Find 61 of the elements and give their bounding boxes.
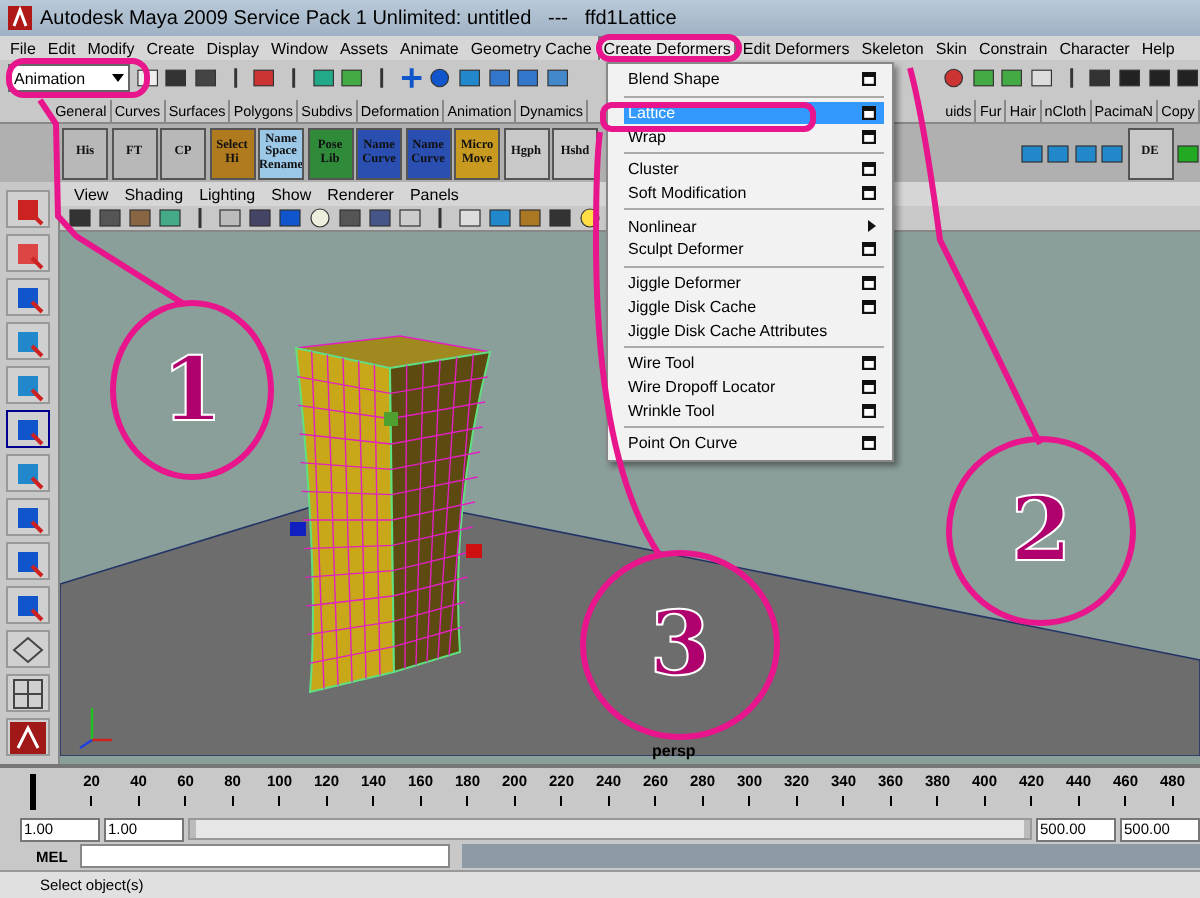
menu-item[interactable]: Cluster [624,158,884,182]
menu-item[interactable]: Edit Deformers [736,35,856,61]
option-box-icon[interactable] [862,436,876,451]
menu-item[interactable]: Wrinkle Tool [624,398,884,422]
command-input-field[interactable] [79,844,450,868]
menu-item[interactable]: File [4,35,42,61]
mode-dropdown[interactable]: Animation [8,64,130,92]
menu-item[interactable]: Wrap [624,124,884,149]
option-box-icon[interactable] [862,299,876,314]
annotation-loop [6,58,150,98]
panel-menu-item[interactable]: View [68,181,115,207]
option-box-icon[interactable] [862,162,876,177]
menu-item[interactable]: Constrain [972,35,1054,61]
menu-item[interactable]: Skeleton [855,35,930,61]
current-time-marker[interactable] [30,774,37,810]
menu-item[interactable]: Jiggle Disk Cache [624,295,884,319]
menu-item[interactable]: Blend Shape [624,68,884,92]
window-title: Autodesk Maya 2009 Service Pack 1 Unlimited: untitled --- ffd1Lattice [40,7,677,29]
menu-item[interactable]: Wire Dropoff Locator [624,375,884,399]
camera-label: persp [652,742,696,760]
menu-item[interactable]: Assets [333,35,394,61]
option-box-icon[interactable] [862,106,876,121]
menu-item[interactable]: Wire Tool [624,351,884,376]
option-box-icon[interactable] [862,129,876,144]
panel-menu-item[interactable]: Show [265,181,318,207]
menu-item[interactable]: Jiggle Disk Cache Attributes [624,318,884,342]
panel-menu-item[interactable]: Shading [118,181,190,207]
caret-icon [111,74,124,82]
menu-item[interactable]: Geometry Cache [464,35,598,61]
menu-item[interactable]: Window [265,35,334,61]
menu-item[interactable]: Help [1135,35,1181,61]
annotation-number: 1 [110,300,274,480]
annotation-number: 2 [946,436,1136,626]
menu-item[interactable]: Sculpt Deformer [624,238,884,262]
menu-item[interactable]: Edit [41,35,82,61]
option-box-icon[interactable] [862,403,876,418]
app-logo-icon[interactable] [10,721,46,753]
menu-item[interactable]: Jiggle Deformer [624,271,884,295]
axis-indicator-icon [79,708,112,749]
option-box-icon[interactable] [862,356,876,371]
panel-menu-item[interactable]: Lighting [193,181,262,207]
menu-item[interactable]: Modify [81,35,141,61]
menu-item[interactable]: Point On Curve [624,431,884,456]
option-box-icon[interactable] [862,242,876,257]
panel-menu-item[interactable]: Renderer [321,181,400,207]
menu-item[interactable]: Create [140,35,201,61]
menu-item[interactable]: Animate [393,35,465,61]
menu-item[interactable]: Skin [929,35,973,61]
menu-item[interactable]: Soft Modification [624,181,884,205]
option-box-icon[interactable] [862,276,876,291]
submenu-arrow-icon [868,220,876,233]
option-box-icon[interactable] [862,379,876,394]
option-box-icon[interactable] [862,72,876,87]
panel-menu-item[interactable]: Panels [403,181,465,207]
four-panel-layout-icon[interactable] [12,677,44,709]
menu-item[interactable]: Character [1053,35,1136,61]
annotation-number: 3 [580,550,780,740]
option-box-icon[interactable] [862,186,876,201]
plus-icon[interactable] [399,66,423,90]
menu-item[interactable]: Display [200,35,265,61]
app-logo-icon [8,6,32,30]
